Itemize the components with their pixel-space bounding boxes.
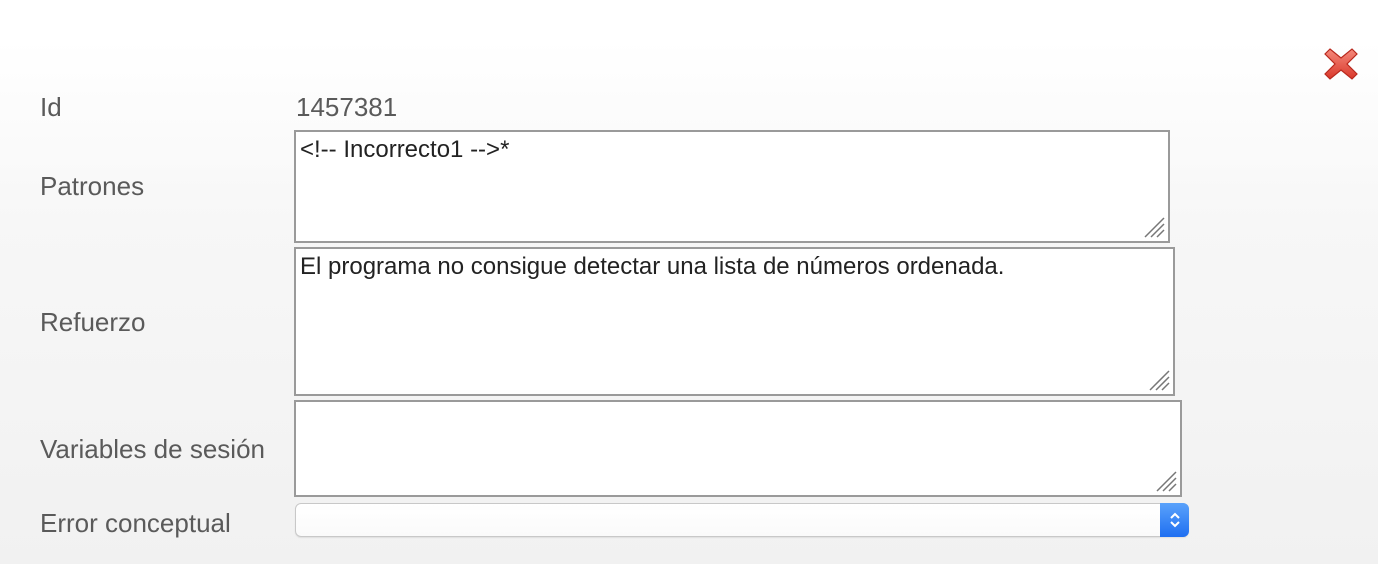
- patrones-label: Patrones: [40, 171, 145, 201]
- close-icon: [1324, 48, 1358, 80]
- error-conceptual-select[interactable]: [295, 503, 1189, 537]
- select-arrows-icon: [1160, 503, 1189, 537]
- refuerzo-label: Refuerzo: [40, 307, 146, 337]
- error-conceptual-label: Error conceptual: [40, 508, 231, 538]
- variables-sesion-textarea[interactable]: [294, 400, 1182, 497]
- close-button[interactable]: [1322, 45, 1360, 83]
- id-value: 1457381: [296, 92, 398, 122]
- variables-sesion-label: Variables de sesión: [40, 434, 265, 464]
- patrones-textarea[interactable]: [294, 130, 1170, 243]
- refuerzo-textarea[interactable]: [294, 247, 1175, 396]
- id-label: Id: [40, 92, 62, 122]
